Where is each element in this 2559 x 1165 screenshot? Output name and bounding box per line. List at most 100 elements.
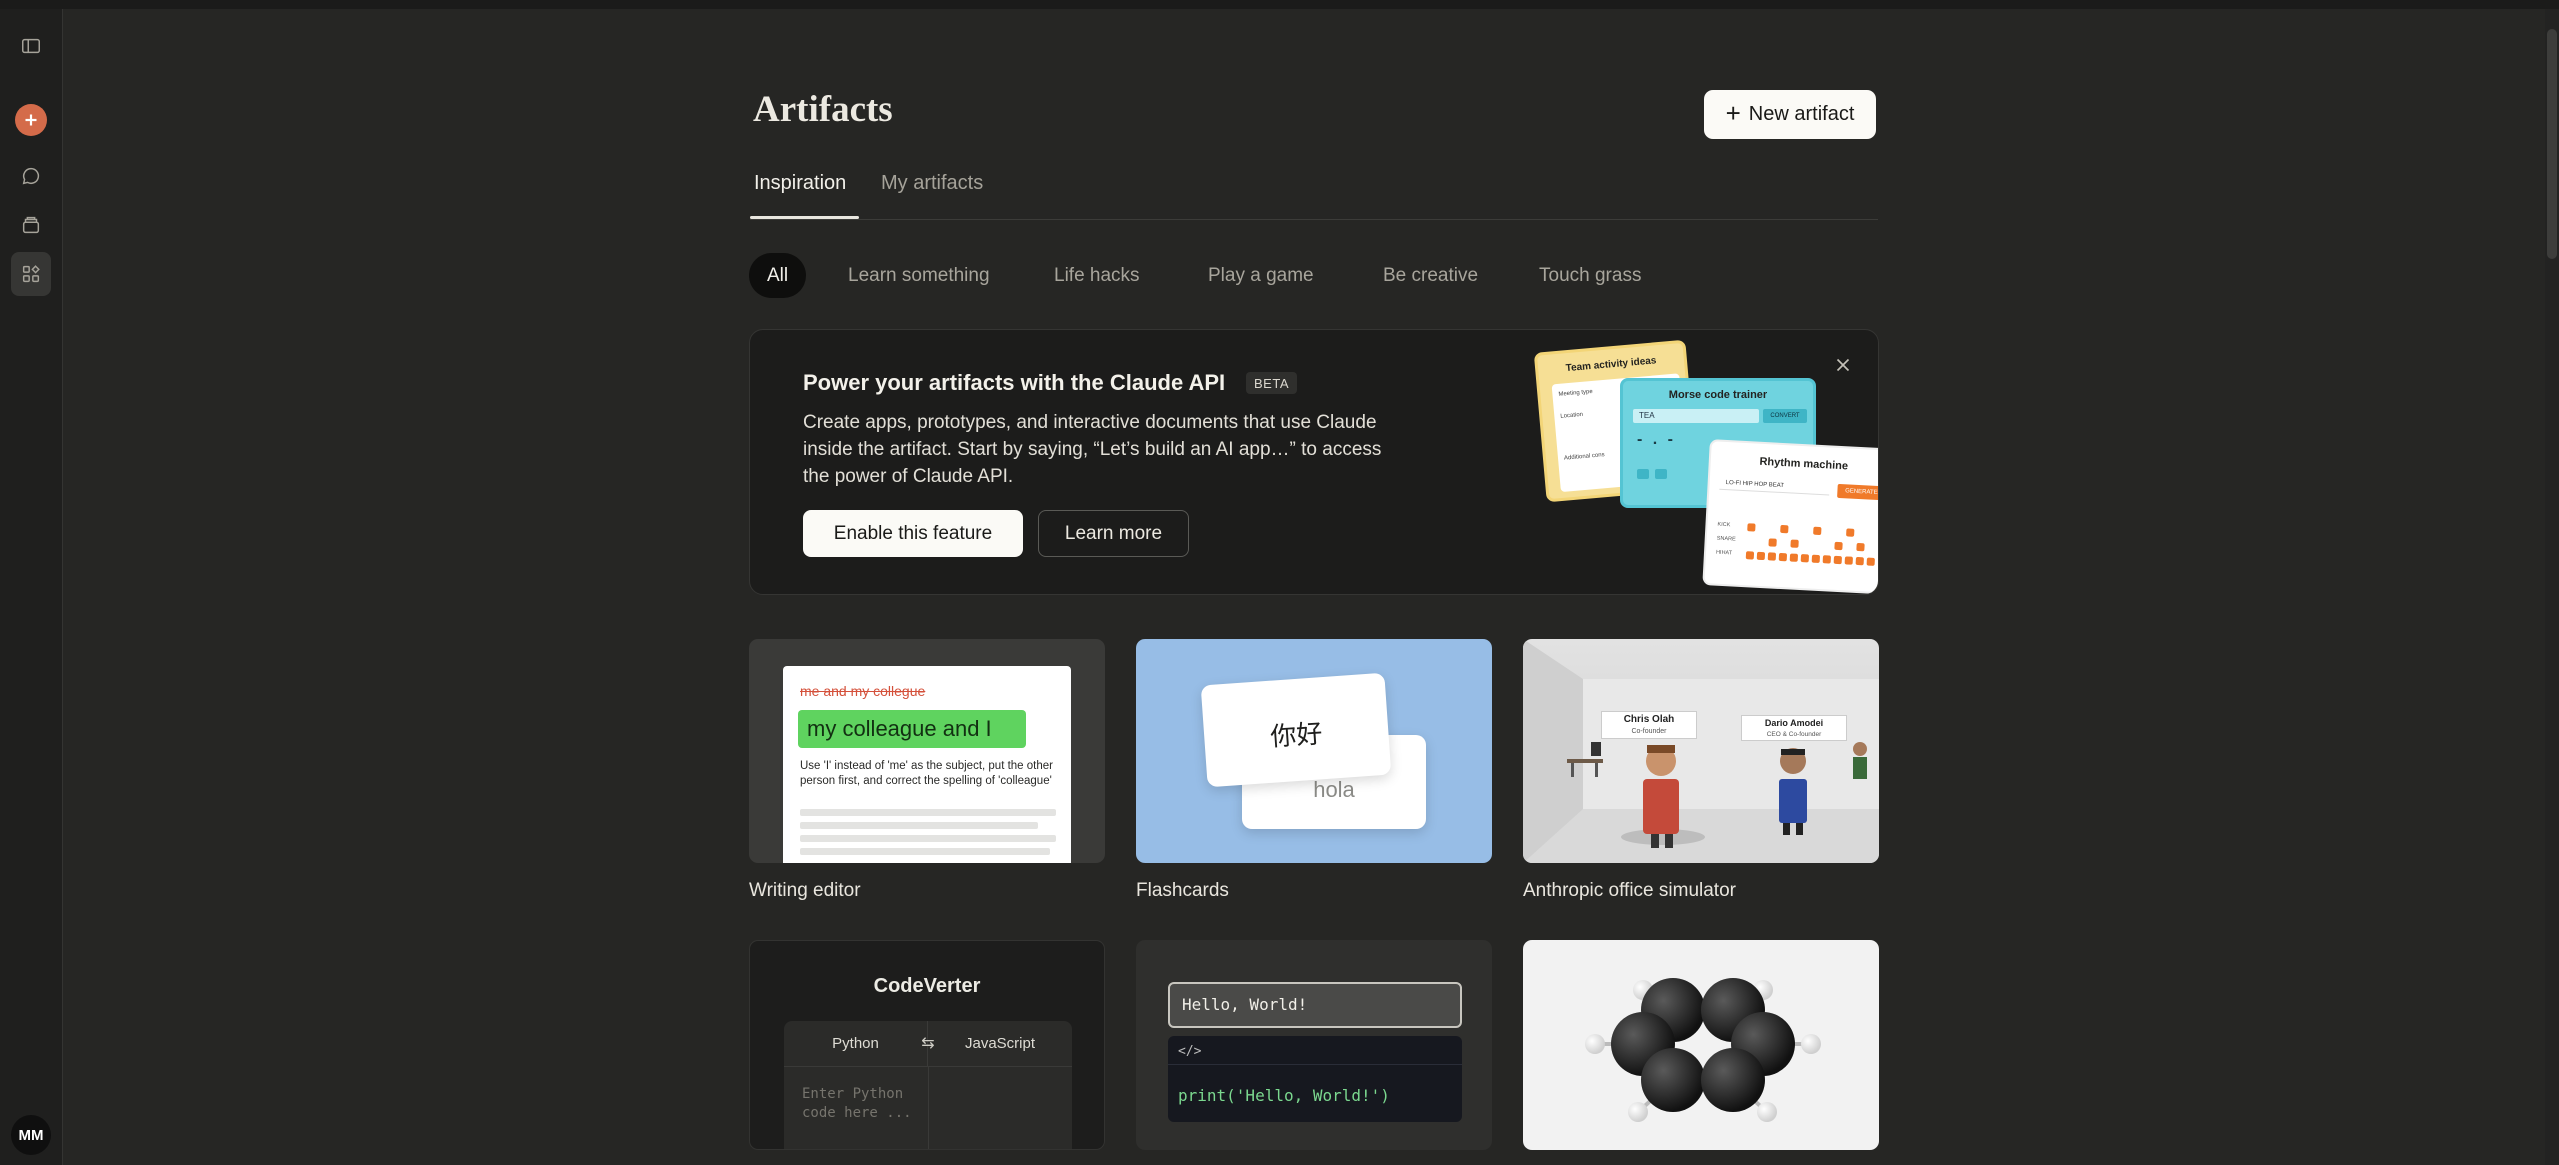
molecule-card[interactable] xyxy=(1523,940,1879,1150)
from-language: Python xyxy=(784,1021,928,1067)
sign-name: Chris Olah xyxy=(1623,714,1675,725)
learn-more-button[interactable]: Learn more xyxy=(1038,510,1189,557)
sign-name: Dario Amodei xyxy=(1764,718,1824,728)
placeholder-line xyxy=(800,835,1056,842)
chip-be-creative[interactable]: Be creative xyxy=(1365,253,1496,298)
rhythm-title: Rhythm machine xyxy=(1759,455,1849,473)
code-panel: </> print('Hello, World!') xyxy=(1168,1036,1462,1122)
beat-cell xyxy=(1767,552,1777,561)
beat-grid xyxy=(1745,519,1878,574)
beat-cell xyxy=(1846,528,1855,537)
chip-learn-something[interactable]: Learn something xyxy=(830,253,1008,298)
top-bar xyxy=(0,0,2559,9)
name-sign-chris: Chris Olah Co-founder xyxy=(1601,711,1697,739)
beta-badge: BETA xyxy=(1246,372,1297,394)
chip-touch-grass[interactable]: Touch grass xyxy=(1521,253,1659,298)
beat-cell xyxy=(1834,541,1843,551)
sidebar-toggle-icon[interactable] xyxy=(14,29,48,63)
mini-row: Additional cons xyxy=(1563,452,1605,462)
new-artifact-button[interactable]: + New artifact xyxy=(1704,90,1876,139)
rhythm-button: GENERATE xyxy=(1837,483,1878,501)
rhythm-row-label: KICK xyxy=(1717,521,1731,529)
flashcard-front-text: 你好 xyxy=(1269,718,1324,752)
rhythm-machine-card: Rhythm machine LO-FI HIP HOP BEAT GENERA… xyxy=(1702,439,1878,594)
correction-note: Use 'I' instead of 'me' as the subject, … xyxy=(800,760,1053,787)
claude-api-banner: Power your artifacts with the Claude API… xyxy=(749,329,1879,595)
chats-icon[interactable] xyxy=(14,159,48,193)
mini-row: Location xyxy=(1560,411,1584,420)
morse-output: - . - xyxy=(1637,431,1676,448)
rhythm-row-label: HIHAT xyxy=(1715,549,1733,557)
placeholder-line xyxy=(800,848,1050,855)
writing-editor-card[interactable]: me and my collegue my colleague and I Us… xyxy=(749,639,1105,863)
beat-cell xyxy=(1747,523,1756,532)
chip-play-a-game[interactable]: Play a game xyxy=(1190,253,1332,298)
beat-cell xyxy=(1811,554,1821,564)
highlight-text: my colleague and I xyxy=(798,710,1026,748)
banner-description: Create apps, prototypes, and interactive… xyxy=(803,412,1382,487)
hello-world-card[interactable]: Hello, World! </> print('Hello, World!') xyxy=(1136,940,1492,1150)
to-language: JavaScript xyxy=(928,1021,1072,1067)
chip-all[interactable]: All xyxy=(749,253,807,298)
writing-editor-preview: me and my collegue my colleague and I Us… xyxy=(783,666,1071,863)
beat-cell xyxy=(1789,553,1799,562)
artifacts-icon[interactable] xyxy=(11,252,51,296)
name-sign-dario: Dario Amodei CEO & Co-founder xyxy=(1741,715,1847,741)
codeverter-title: CodeVerter xyxy=(873,975,981,997)
scrollbar[interactable] xyxy=(2545,9,2559,1165)
avatar[interactable]: MM xyxy=(11,1115,51,1155)
new-artifact-label: New artifact xyxy=(1748,103,1855,125)
enable-feature-button[interactable]: Enable this feature xyxy=(803,510,1023,557)
morse-button: CONVERT xyxy=(1763,409,1807,423)
hello-input: Hello, World! xyxy=(1168,982,1462,1028)
sign-role: Co-founder xyxy=(1631,728,1667,735)
beat-cell xyxy=(1780,524,1789,534)
tab-bar: Inspiration My artifacts xyxy=(750,160,1878,220)
beat-cell xyxy=(1844,556,1853,565)
morse-title: Morse code trainer xyxy=(1668,389,1768,401)
card-label[interactable]: Anthropic office simulator xyxy=(1523,880,1736,902)
plus-icon: + xyxy=(1725,98,1741,128)
strike-text: me and my collegue xyxy=(800,683,926,699)
beat-cell xyxy=(1756,551,1766,561)
beat-cell xyxy=(1800,554,1810,563)
beat-cell xyxy=(1745,551,1755,560)
projects-icon[interactable] xyxy=(14,208,48,242)
card-label[interactable]: Writing editor xyxy=(749,880,861,902)
beat-cell xyxy=(1813,526,1822,536)
code-output: print('Hello, World!') xyxy=(1178,1086,1390,1105)
beat-cell xyxy=(1790,539,1799,548)
beat-cell xyxy=(1866,557,1875,566)
beat-cell xyxy=(1856,542,1865,552)
tab-my-artifacts[interactable]: My artifacts xyxy=(877,172,987,195)
codeverter-preview: Python ⇆ JavaScript Enter Python code he… xyxy=(784,1021,1072,1149)
office-scene-illustration xyxy=(1523,639,1879,863)
morse-input: TEA xyxy=(1633,409,1759,423)
beat-cell xyxy=(1833,555,1843,565)
placeholder-line xyxy=(800,822,1038,829)
page-title: Artifacts xyxy=(753,89,893,130)
molecule-illustration xyxy=(1585,978,1821,1122)
rhythm-row-label: SNARE xyxy=(1716,535,1736,543)
flashcards-card[interactable]: hola 你好 xyxy=(1136,639,1492,863)
code-input-placeholder: Enter Python code here ... xyxy=(802,1086,912,1121)
flashcard-front: 你好 xyxy=(1200,672,1392,788)
team-activity-title: Team activity ideas xyxy=(1565,355,1657,375)
scrollbar-thumb[interactable] xyxy=(2547,29,2557,259)
active-tab-indicator xyxy=(750,216,859,219)
card-label[interactable]: Flashcards xyxy=(1136,880,1229,902)
banner-title: Power your artifacts with the Claude API xyxy=(803,370,1226,395)
beat-cell xyxy=(1855,556,1864,566)
new-chat-button[interactable] xyxy=(15,104,47,136)
codeverter-card[interactable]: CodeVerter Python ⇆ JavaScript Enter Pyt… xyxy=(749,940,1105,1150)
placeholder-line xyxy=(800,809,1056,816)
beat-cell xyxy=(1822,555,1832,564)
rhythm-select: LO-FI HIP HOP BEAT xyxy=(1719,475,1830,496)
tab-inspiration[interactable]: Inspiration xyxy=(750,172,850,195)
beat-cell xyxy=(1778,552,1788,562)
sign-role: CEO & Co-founder xyxy=(1766,731,1822,738)
chip-life-hacks[interactable]: Life hacks xyxy=(1036,253,1158,298)
office-simulator-card[interactable]: Chris Olah Co-founder Dario Amodei CEO &… xyxy=(1523,639,1879,863)
sidebar: MM xyxy=(0,9,63,1165)
mini-row: Meeting type xyxy=(1558,388,1593,398)
